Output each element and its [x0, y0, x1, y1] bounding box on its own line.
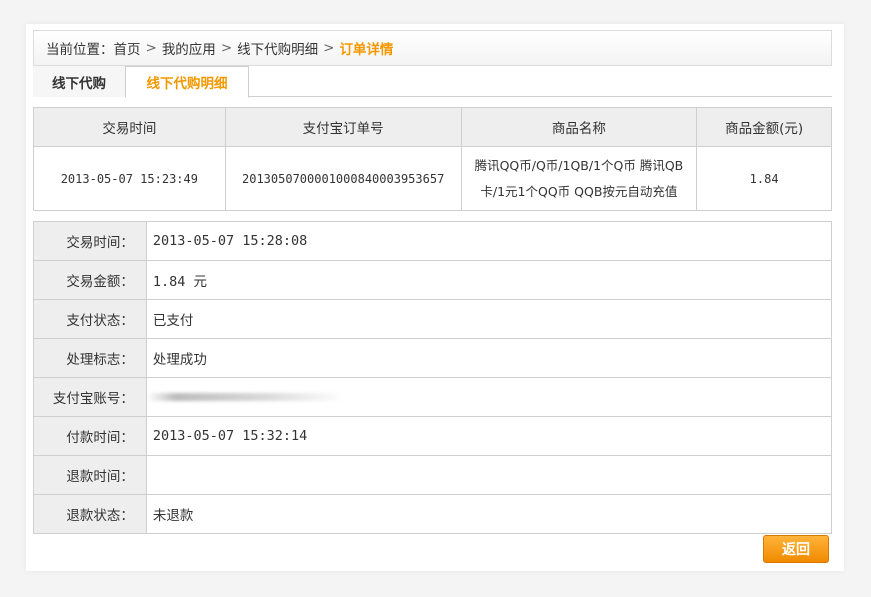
detail-row-trade-amount: 交易金额： 1.84 元	[33, 260, 833, 300]
detail-label: 交易金额：	[33, 260, 147, 300]
breadcrumb-prefix: 当前位置：	[46, 42, 114, 58]
breadcrumb-home-link[interactable]: 首页	[114, 38, 141, 58]
detail-row-payment-time: 付款时间： 2013-05-07 15:32:14	[33, 416, 833, 456]
order-alipay-order-no: 2013050700001000840003953657	[224, 146, 462, 211]
detail-label: 支付宝账号：	[33, 377, 147, 417]
detail-value: 未退款	[145, 494, 833, 534]
detail-row-payment-status: 支付状态： 已支付	[33, 299, 833, 339]
breadcrumb-current: 订单详情	[339, 42, 394, 58]
detail-row-refund-status: 退款状态： 未退款	[33, 494, 833, 534]
tab-offline-purchase[interactable]: 线下代购	[33, 66, 125, 97]
breadcrumb-offline-detail-link[interactable]: 线下代购明细	[237, 38, 318, 58]
detail-value: 2013-05-07 15:32:14	[145, 416, 833, 456]
order-amount: 1.84	[696, 146, 832, 211]
detail-row-trade-time: 交易时间： 2013-05-07 15:28:08	[33, 221, 833, 261]
product-name-line: 腾讯QQ币/Q币/1QB/1个Q币 腾讯QB	[474, 157, 684, 173]
order-product-name: 腾讯QQ币/Q币/1QB/1个Q币 腾讯QB 卡/1元1个QQ币 QQB按元自动…	[460, 146, 698, 211]
detail-label: 处理标志：	[33, 338, 147, 378]
detail-value: 1.84 元	[145, 260, 833, 300]
breadcrumb-separator: >	[145, 40, 157, 56]
product-name-line: 卡/1元1个QQ币 QQB按元自动充值	[480, 183, 678, 199]
detail-label: 付款时间：	[33, 416, 147, 456]
table-row: 2013-05-07 15:23:49 20130507000010008400…	[33, 146, 832, 211]
column-header-product-name: 商品名称	[460, 107, 698, 147]
tab-bar: 线下代购 线下代购明细	[33, 66, 832, 98]
breadcrumb: 当前位置： 首页 > 我的应用 > 线下代购明细 > 订单详情	[33, 30, 832, 66]
order-trade-time: 2013-05-07 15:23:49	[33, 146, 226, 211]
detail-value-redacted	[145, 377, 833, 417]
detail-label: 退款时间：	[33, 455, 147, 495]
column-header-trade-time: 交易时间	[33, 107, 226, 147]
breadcrumb-separator: >	[323, 40, 335, 56]
detail-value	[145, 455, 833, 495]
detail-label: 交易时间：	[33, 221, 147, 261]
redacted-blur	[146, 393, 339, 401]
detail-row-alipay-account: 支付宝账号：	[33, 377, 833, 417]
tab-offline-purchase-detail[interactable]: 线下代购明细	[125, 66, 249, 98]
detail-value: 已支付	[145, 299, 833, 339]
order-table: 交易时间 支付宝订单号 商品名称 商品金额(元) 2013-05-07 15:2…	[33, 107, 832, 211]
order-detail-table: 交易时间： 2013-05-07 15:28:08 交易金额： 1.84 元 支…	[33, 221, 833, 534]
column-header-product-amount: 商品金额(元)	[696, 107, 832, 147]
detail-value: 2013-05-07 15:28:08	[145, 221, 833, 261]
detail-row-refund-time: 退款时间：	[33, 455, 833, 495]
breadcrumb-my-apps-link[interactable]: 我的应用	[162, 38, 216, 58]
detail-label: 退款状态：	[33, 494, 147, 534]
back-button[interactable]: 返回	[763, 535, 829, 563]
breadcrumb-separator: >	[220, 40, 233, 56]
column-header-alipay-order-no: 支付宝订单号	[224, 107, 462, 147]
order-table-header: 交易时间 支付宝订单号 商品名称 商品金额(元)	[33, 107, 832, 147]
detail-row-process-flag: 处理标志： 处理成功	[33, 338, 833, 378]
detail-label: 支付状态：	[33, 299, 147, 339]
detail-value: 处理成功	[145, 338, 833, 378]
